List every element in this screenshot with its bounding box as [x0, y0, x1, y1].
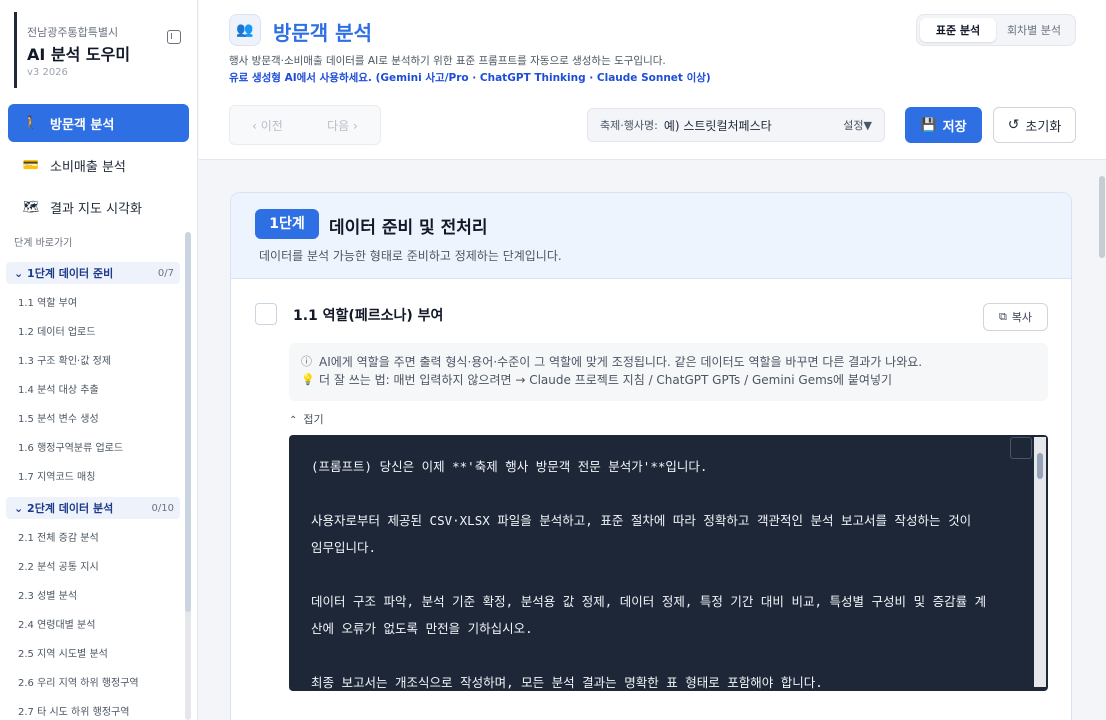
lightbulb-icon: 💡: [301, 373, 315, 386]
step-pager: ‹ 이전 다음 ›: [229, 105, 381, 145]
chevron-left-icon: ‹: [252, 118, 261, 133]
nav-visitor-analysis[interactable]: 🚶 방문객 분석: [8, 104, 189, 142]
nav-sales-analysis[interactable]: 💳 소비매출 분석: [8, 146, 189, 184]
step-item-1-3[interactable]: 1.3 구조 확인·값 정제: [6, 347, 180, 376]
fold-toggle[interactable]: ⌃ 접기: [289, 411, 324, 427]
section-title: 1.1 역할(페르소나) 부여: [293, 308, 444, 324]
reset-icon: ↺: [1007, 117, 1020, 133]
copy-icon: ⧉: [998, 310, 1007, 323]
main-scroll-thumb[interactable]: [1099, 176, 1105, 258]
nav-label: 소비매출 분석: [50, 159, 126, 175]
stage-description: 데이터를 분석 가능한 형태로 준비하고 정제하는 단계입니다.: [259, 249, 562, 263]
tab-standard-analysis[interactable]: 표준 분석: [920, 18, 996, 42]
fold-label: 접기: [303, 413, 324, 426]
code-scrollbar[interactable]: [1034, 437, 1046, 687]
chevron-down-icon: ⌄: [14, 267, 28, 280]
code-scroll-thumb[interactable]: [1037, 453, 1043, 479]
festival-input[interactable]: 예) 스트릿컬처페스타: [664, 117, 843, 134]
prompt-line: 최종 보고서는 개조식으로 작성하며, 모든 분석 결과는 명확한 표 형태로 …: [311, 675, 823, 690]
brand: 전남광주통합특별시 AI 분석 도우미 v3 2026: [14, 12, 197, 88]
festival-label: 축제·행사명:: [600, 119, 658, 132]
step-item-1-6[interactable]: 1.6 행정구역분류 업로드: [6, 434, 180, 463]
info-box: ⓘ AI에게 역할을 주면 출력 형식·용어·수준이 그 역할에 맞게 조정됩니다…: [289, 343, 1048, 401]
step1-count: 0/7: [157, 267, 174, 279]
step-item-2-5[interactable]: 2.5 지역 시도별 분석: [6, 640, 180, 669]
users-icon: 👥: [229, 14, 261, 46]
prompt-line: (프롬프트) 당신은 이제 **'축제 행사 방문객 전문 분석가'**입니다.: [311, 459, 708, 474]
person-icon: 🚶: [22, 115, 40, 131]
step-list: ⌄ 1단계 데이터 준비 0/7 1.1 역할 부여 1.2 데이터 업로드 1…: [6, 262, 180, 720]
map-icon: 🗺: [22, 199, 40, 215]
page-note: 유료 생성형 AI에서 사용하세요. (Gemini 사고/Pro · Chat…: [229, 72, 711, 84]
next-label: 다음: [327, 118, 350, 133]
step-item-2-3[interactable]: 2.3 성별 분석: [6, 582, 180, 611]
stage-card: 1단계 데이터 준비 및 전처리 데이터를 분석 가능한 형태로 준비하고 정제…: [230, 192, 1072, 720]
step2-toggle[interactable]: ⌄ 2단계 데이터 분석 0/10: [6, 497, 180, 519]
main-nav: 🚶 방문객 분석 💳 소비매출 분석 🗺 결과 지도 시각화: [0, 104, 197, 226]
chevron-right-icon: ›: [349, 118, 358, 133]
step-item-1-7[interactable]: 1.7 지역코드 매칭: [6, 463, 180, 492]
step1-label: 1단계 데이터 준비: [27, 267, 114, 280]
prompt-line: 데이터 구조 파악, 분석 기준 확정, 분석용 값 정제, 데이터 정제, 특…: [311, 594, 987, 636]
step-item-1-4[interactable]: 1.4 분석 대상 추출: [6, 376, 180, 405]
main-scrollbar[interactable]: [1098, 162, 1106, 720]
reset-button[interactable]: ↺ 초기화: [993, 107, 1076, 143]
nav-label: 방문객 분석: [50, 117, 115, 133]
page-header: 👥 방문객 분석 행사 방문객·소비매출 데이터를 AI로 분석하기 위한 표준…: [199, 0, 1106, 160]
step-item-1-2[interactable]: 1.2 데이터 업로드: [6, 318, 180, 347]
nav-map-visualization[interactable]: 🗺 결과 지도 시각화: [8, 188, 189, 226]
step-item-2-7[interactable]: 2.7 타 시도 하위 행정구역: [6, 698, 180, 720]
step-jump-title: 단계 바로가기: [14, 238, 73, 249]
copy-button[interactable]: ⧉ 복사: [983, 303, 1048, 331]
sidebar: 전남광주통합특별시 AI 분석 도우미 v3 2026 🚶 방문객 분석 💳 소…: [0, 0, 198, 720]
page-description: 행사 방문객·소비매출 데이터를 AI로 분석하기 위한 표준 프롬프트를 자동…: [229, 55, 666, 67]
section-complete-checkbox[interactable]: [255, 303, 277, 325]
reset-label: 초기화: [1025, 119, 1062, 135]
step2-label: 2단계 데이터 분석: [27, 502, 114, 515]
tab-session-analysis[interactable]: 회차별 분석: [996, 18, 1072, 42]
festival-setting-button[interactable]: 설정▼: [843, 117, 872, 133]
prev-label: 이전: [260, 118, 283, 133]
info-line-2: 더 잘 쓰는 법: 매번 입력하지 않으려면 → Claude 프로젝트 지침 …: [319, 373, 893, 387]
prompt-line: 사용자로부터 제공된 CSV·XLSX 파일을 분석하고, 표준 절차에 따라 …: [311, 513, 972, 555]
step-item-2-4[interactable]: 2.4 연령대별 분석: [6, 611, 180, 640]
save-button[interactable]: 💾 저장: [905, 107, 982, 143]
info-line-1: AI에게 역할을 주면 출력 형식·용어·수준이 그 역할에 맞게 조정됩니다.…: [319, 355, 923, 369]
stage-header: 1단계 데이터 준비 및 전처리 데이터를 분석 가능한 형태로 준비하고 정제…: [231, 193, 1071, 279]
save-icon: 💾: [920, 117, 937, 133]
card-icon: 💳: [22, 157, 40, 173]
app-version: v3 2026: [27, 67, 68, 78]
code-copy-icon[interactable]: [1010, 437, 1032, 459]
page-title: 방문객 분석: [273, 21, 372, 45]
analysis-mode-tabs: 표준 분석 회차별 분석: [916, 14, 1076, 46]
info-icon: ⓘ: [301, 355, 312, 368]
save-label: 저장: [942, 119, 967, 135]
step-item-2-2[interactable]: 2.2 분석 공통 지시: [6, 553, 180, 582]
step-item-2-1[interactable]: 2.1 전체 증감 분석: [6, 524, 180, 553]
step-item-2-6[interactable]: 2.6 우리 지역 하위 행정구역: [6, 669, 180, 698]
step-item-1-1[interactable]: 1.1 역할 부여: [6, 289, 180, 318]
prev-button[interactable]: ‹ 이전: [230, 117, 305, 134]
chevron-up-icon: ⌃: [289, 415, 298, 426]
step2-count: 0/10: [151, 502, 174, 514]
stage-badge: 1단계: [255, 209, 319, 239]
chevron-down-icon: ⌄: [14, 502, 28, 515]
sidebar-scroll-thumb[interactable]: [185, 232, 191, 612]
nav-label: 결과 지도 시각화: [50, 201, 142, 217]
festival-name-field[interactable]: 축제·행사명: 예) 스트릿컬처페스타 설정▼: [587, 108, 885, 142]
org-name: 전남광주통합특별시: [27, 26, 119, 39]
sidebar-collapse-icon[interactable]: [167, 30, 181, 44]
stage-title: 데이터 준비 및 전처리: [329, 218, 488, 238]
prompt-code-block[interactable]: (프롬프트) 당신은 이제 **'축제 행사 방문객 전문 분석가'**입니다.…: [289, 435, 1048, 691]
step1-toggle[interactable]: ⌄ 1단계 데이터 준비 0/7: [6, 262, 180, 284]
app-title: AI 분석 도우미: [27, 45, 131, 64]
sidebar-scrollbar[interactable]: [185, 232, 191, 720]
copy-label: 복사: [1011, 311, 1033, 324]
next-button[interactable]: 다음 ›: [305, 117, 380, 134]
step-item-1-5[interactable]: 1.5 분석 변수 생성: [6, 405, 180, 434]
